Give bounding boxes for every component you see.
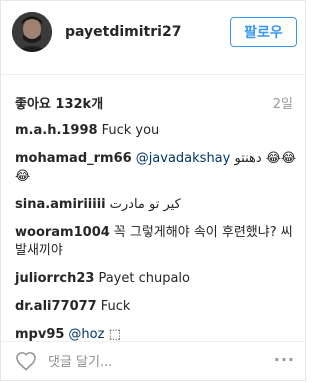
comment: mohamad_rm66 @javadakshay دهنتو 😂😂😂	[15, 150, 300, 186]
comment: dr.ali77077 Fuck	[15, 298, 300, 316]
comment-text: Payet chupalo	[98, 271, 190, 286]
comment-mention[interactable]: @javadakshay	[136, 151, 231, 166]
comment: juliorrch23 Payet chupalo	[15, 270, 300, 288]
comment: sina.amiriiiii کیر تو مادرت	[15, 196, 300, 214]
follow-button[interactable]: 팔로우	[230, 17, 297, 47]
comment-text: کیر تو مادرت	[109, 197, 181, 212]
comment-username[interactable]: juliorrch23	[15, 271, 94, 286]
comment-username[interactable]: mpv95	[15, 327, 64, 342]
comment-list: m.a.h.1998 Fuck you mohamad_rm66 @javadaks…	[15, 122, 300, 354]
comment-username[interactable]: m.a.h.1998	[15, 123, 98, 138]
comment-text: Fuck you	[101, 123, 160, 138]
comment: m.a.h.1998 Fuck you	[15, 122, 300, 140]
post-time: 2일	[272, 97, 293, 112]
post-footer: ···	[1, 342, 307, 382]
post-username[interactable]: payetdimitri27	[65, 24, 181, 40]
heart-icon[interactable]	[15, 351, 37, 371]
comment-username[interactable]: wooram1004	[15, 225, 110, 240]
comment-username[interactable]: mohamad_rm66	[15, 151, 132, 166]
comment-username[interactable]: dr.ali77077	[15, 299, 97, 314]
avatar[interactable]	[12, 12, 52, 52]
comment-mention[interactable]: @hoz	[68, 327, 104, 342]
comment-username[interactable]: sina.amiriiiii	[15, 197, 106, 212]
comment-text: ⬚	[104, 327, 121, 342]
more-options-icon[interactable]: ···	[274, 350, 295, 369]
comment-input[interactable]	[48, 351, 258, 373]
comment-text: Fuck	[100, 299, 131, 314]
likes-count[interactable]: 좋아요 132k개	[15, 93, 103, 112]
post-header: payetdimitri27 팔로우	[1, 1, 307, 75]
post-panel: payetdimitri27 팔로우 좋아요 132k개 2일 m.a.h.19…	[0, 0, 307, 382]
comment: wooram1004 꼭 그렇게해야 속이 후련했냐? 씨발새끼야	[15, 224, 300, 260]
